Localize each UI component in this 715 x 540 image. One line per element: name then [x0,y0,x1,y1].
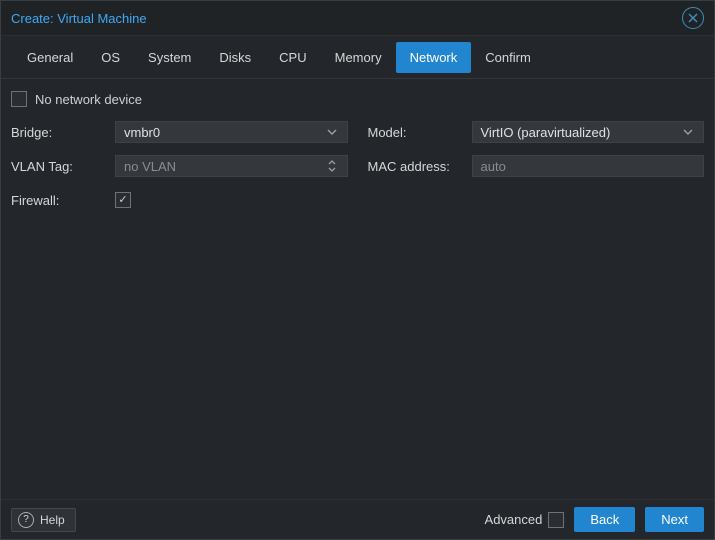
tab-os[interactable]: OS [87,42,134,73]
mac-input[interactable]: auto [472,155,705,177]
advanced-checkbox[interactable] [548,512,564,528]
bridge-label: Bridge: [11,125,115,140]
mac-row: MAC address: auto [368,153,705,179]
model-label: Model: [368,125,472,140]
firewall-checkbox[interactable] [115,192,131,208]
advanced-toggle: Advanced [485,512,565,528]
tab-memory[interactable]: Memory [321,42,396,73]
right-column: Model: VirtIO (paravirtualized) MAC addr… [368,119,705,213]
wizard-tabs: General OS System Disks CPU Memory Netwo… [1,36,714,79]
firewall-label: Firewall: [11,193,115,208]
tab-cpu[interactable]: CPU [265,42,320,73]
help-label: Help [40,513,65,527]
form-columns: Bridge: vmbr0 VLAN Tag: no VLAN [11,119,704,213]
bridge-value: vmbr0 [124,125,325,140]
no-network-label: No network device [35,92,142,107]
close-button[interactable] [682,7,704,29]
help-button[interactable]: ? Help [11,508,76,532]
create-vm-dialog: Create: Virtual Machine General OS Syste… [0,0,715,540]
tab-general[interactable]: General [13,42,87,73]
mac-label: MAC address: [368,159,472,174]
close-icon [688,13,698,23]
model-select[interactable]: VirtIO (paravirtualized) [472,121,705,143]
tab-system[interactable]: System [134,42,205,73]
chevron-down-icon [325,129,339,135]
form-body: No network device Bridge: vmbr0 VLAN Tag… [1,79,714,499]
spinner-icon [325,160,339,172]
advanced-label: Advanced [485,512,543,527]
model-row: Model: VirtIO (paravirtualized) [368,119,705,145]
no-network-row: No network device [11,89,704,111]
left-column: Bridge: vmbr0 VLAN Tag: no VLAN [11,119,348,213]
back-button[interactable]: Back [574,507,635,532]
no-network-checkbox[interactable] [11,91,27,107]
footer-right: Advanced Back Next [485,507,704,532]
vlan-placeholder: no VLAN [124,159,325,174]
firewall-row: Firewall: [11,187,348,213]
help-icon: ? [18,512,34,528]
chevron-down-icon [681,129,695,135]
tab-confirm[interactable]: Confirm [471,42,545,73]
vlan-row: VLAN Tag: no VLAN [11,153,348,179]
tab-disks[interactable]: Disks [205,42,265,73]
vlan-label: VLAN Tag: [11,159,115,174]
next-button[interactable]: Next [645,507,704,532]
title-bar: Create: Virtual Machine [1,1,714,36]
footer: ? Help Advanced Back Next [1,499,714,539]
bridge-select[interactable]: vmbr0 [115,121,348,143]
mac-placeholder: auto [481,159,696,174]
tab-network[interactable]: Network [396,42,472,73]
model-value: VirtIO (paravirtualized) [481,125,682,140]
window-title: Create: Virtual Machine [11,11,147,26]
vlan-input[interactable]: no VLAN [115,155,348,177]
bridge-row: Bridge: vmbr0 [11,119,348,145]
